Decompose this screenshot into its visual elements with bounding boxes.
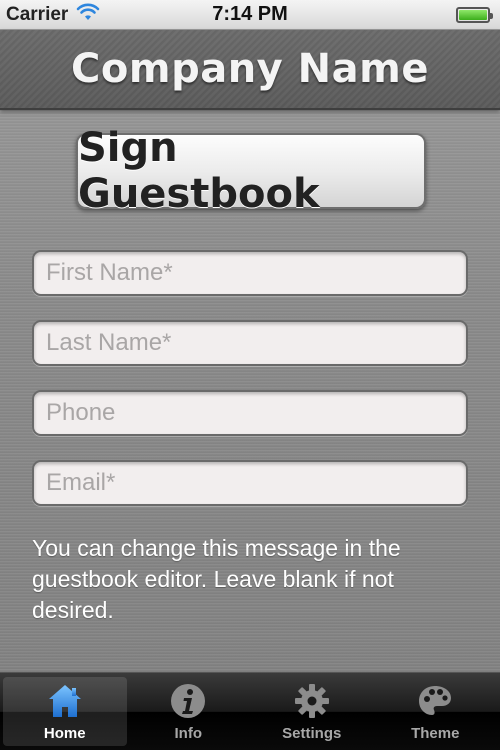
tab-theme-label: Theme bbox=[411, 725, 460, 742]
sign-guestbook-button[interactable]: Sign Guestbook bbox=[76, 125, 426, 217]
status-left: Carrier bbox=[6, 3, 100, 26]
tab-home[interactable]: Home bbox=[3, 677, 127, 746]
last-name-field[interactable] bbox=[32, 320, 468, 366]
tab-home-label: Home bbox=[43, 725, 86, 742]
gear-icon bbox=[290, 679, 334, 723]
wifi-icon bbox=[76, 3, 100, 26]
tab-info-label: Info bbox=[174, 725, 203, 742]
tab-bar: Home Info Settings Theme bbox=[0, 672, 500, 750]
sign-guestbook-label: Sign Guestbook bbox=[78, 125, 320, 217]
first-name-field[interactable] bbox=[32, 250, 468, 296]
header: Company Name bbox=[0, 30, 500, 110]
battery-icon bbox=[456, 6, 493, 23]
phone-field[interactable] bbox=[32, 390, 468, 436]
carrier-label: Carrier bbox=[6, 3, 69, 25]
tab-settings-label: Settings bbox=[282, 725, 342, 742]
info-icon bbox=[166, 679, 210, 723]
tab-settings[interactable]: Settings bbox=[250, 677, 374, 746]
tab-theme[interactable]: Theme bbox=[374, 677, 498, 746]
page-title: Company Name bbox=[71, 46, 429, 92]
home-icon bbox=[43, 679, 87, 723]
status-bar: Carrier 7:14 PM bbox=[0, 0, 500, 30]
battery-level bbox=[459, 9, 487, 20]
guestbook-message: You can change this message in the guest… bbox=[32, 535, 401, 623]
palette-icon bbox=[413, 679, 457, 723]
tab-info[interactable]: Info bbox=[127, 677, 251, 746]
email-field[interactable] bbox=[32, 460, 468, 506]
